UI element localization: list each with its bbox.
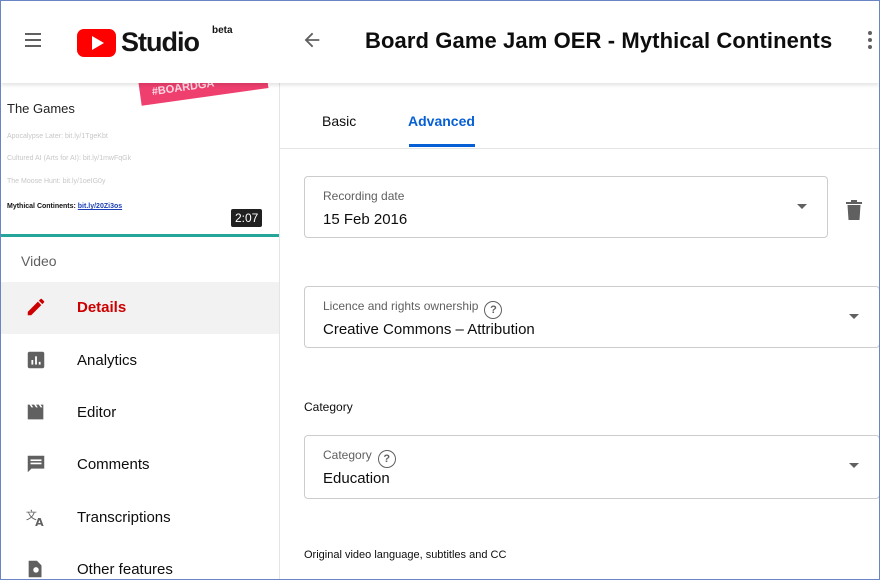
menu-icon[interactable] [25,33,41,47]
analytics-icon [27,351,45,369]
licence-field[interactable]: Licence and rights ownership? Creative C… [304,286,879,348]
duration-badge: 2:07 [231,209,263,227]
more-options-icon[interactable] [867,31,873,51]
tab-bar: Basic Advanced [280,83,879,149]
youtube-play-icon [77,29,116,57]
thumbnail-highlight-line: Mythical Continents: bit.ly/20Zi3os [7,203,122,210]
sidebar-item-label: Analytics [77,352,138,369]
language-heading: Original video language, subtitles and C… [304,549,507,561]
delete-icon[interactable] [846,200,862,220]
svg-text:A: A [35,516,44,528]
sidebar-item-analytics[interactable]: Analytics [1,335,279,387]
video-thumbnail[interactable]: #BOARDGA The Games Apocalypse Later: bit… [1,83,279,237]
field-value: 15 Feb 2016 [323,211,408,228]
field-value: Education [323,470,390,487]
sidebar-item-label: Transcriptions [77,509,171,526]
sidebar-item-label: Details [77,299,127,316]
dropdown-arrow-icon [797,204,807,209]
sidebar: #BOARDGA The Games Apocalypse Later: bit… [1,83,280,579]
field-value: Creative Commons – Attribution [323,321,535,338]
field-label: Category? [323,448,396,468]
sidebar-item-comments[interactable]: Comments [1,439,279,491]
category-label-text: Category [323,448,372,462]
tab-basic[interactable]: Basic [322,113,356,129]
thumbnail-line: The Moose Hunt: bit.ly/1oeIG0y [7,178,106,185]
active-tab-indicator [409,144,475,147]
field-label: Recording date [323,189,405,203]
progress-bar [1,234,279,237]
translate-icon: 文 A [26,508,44,528]
category-field[interactable]: Category? Education [304,435,879,499]
sidebar-item-details[interactable]: Details [1,282,279,334]
sidebar-item-label: Editor [77,404,117,421]
logo-text: Studio [121,27,200,57]
recording-date-field[interactable]: Recording date 15 Feb 2016 [304,176,828,238]
main-content: Basic Advanced Recording date 15 Feb 201… [280,83,879,579]
help-icon[interactable]: ? [484,301,503,319]
field-label: Licence and rights ownership? [323,299,503,319]
comment-icon [27,455,45,473]
sidebar-item-editor[interactable]: Editor [1,387,279,439]
tab-advanced[interactable]: Advanced [408,113,475,129]
other-features-icon [28,560,42,578]
studio-window: Studio beta Board Game Jam OER - Mythica… [0,0,880,580]
video-title: Board Game Jam OER - Mythical Continents [365,28,833,53]
beta-label: beta [212,25,233,36]
licence-label-text: Licence and rights ownership [323,299,479,313]
help-icon[interactable]: ? [377,450,396,468]
category-heading: Category [304,400,353,414]
sidebar-item-transcriptions[interactable]: 文 A Transcriptions [1,492,279,544]
thumbnail-line: Cultured AI (Arts for AI): bit.ly/1mwFqG… [7,155,132,162]
back-arrow-icon[interactable] [301,29,323,51]
top-bar: Studio beta Board Game Jam OER - Mythica… [1,1,879,83]
thumbnail-highlight-prefix: Mythical Continents: [7,203,78,210]
thumbnail-heading: The Games [7,101,75,116]
dropdown-arrow-icon [849,463,859,468]
sidebar-section-label: Video [21,253,57,269]
pencil-icon [27,298,45,316]
thumbnail-line: Apocalypse Later: bit.ly/1TgeKbt [7,133,108,140]
thumbnail-tag: #BOARDGA [137,83,269,106]
thumbnail-link: bit.ly/20Zi3os [77,203,123,210]
clapper-icon [27,404,44,420]
sidebar-item-other-features[interactable]: Other features [1,544,279,579]
dropdown-arrow-icon [849,314,859,319]
sidebar-item-label: Other features [77,561,173,578]
sidebar-item-label: Comments [77,456,150,473]
